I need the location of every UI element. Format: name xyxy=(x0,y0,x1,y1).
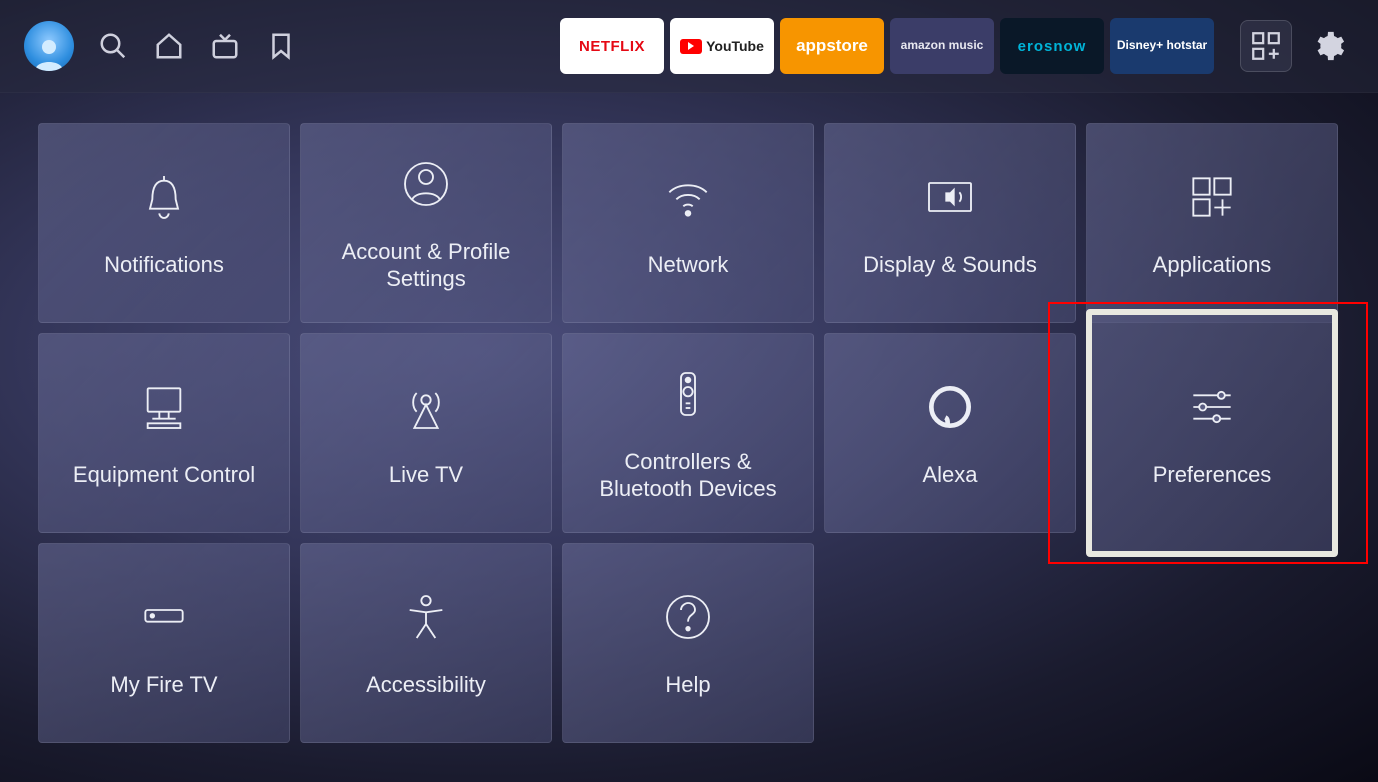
app-youtube[interactable]: YouTube xyxy=(670,18,774,74)
app-amazonmusic[interactable]: amazon music xyxy=(890,18,994,74)
top-bar: NETFLIX YouTube appstore amazon music er… xyxy=(0,0,1378,93)
settings-button[interactable] xyxy=(1302,20,1354,72)
tile-label: Applications xyxy=(1153,251,1272,279)
tile-label: Equipment Control xyxy=(73,461,255,489)
help-icon xyxy=(658,587,718,647)
youtube-play-icon xyxy=(680,39,702,54)
apps-grid-button[interactable] xyxy=(1240,20,1292,72)
tile-controllers[interactable]: Controllers & Bluetooth Devices xyxy=(562,333,814,533)
tile-applications[interactable]: Applications xyxy=(1086,123,1338,323)
tile-label: Help xyxy=(665,671,710,699)
search-icon[interactable] xyxy=(96,29,130,63)
tile-label: Notifications xyxy=(104,251,224,279)
sliders-icon xyxy=(1182,377,1242,437)
tile-label: Account & Profile Settings xyxy=(317,238,535,293)
tile-equipment[interactable]: Equipment Control xyxy=(38,333,290,533)
youtube-label: YouTube xyxy=(706,38,764,54)
tile-display[interactable]: Display & Sounds xyxy=(824,123,1076,323)
app-erosnow[interactable]: erosnow xyxy=(1000,18,1104,74)
tile-label: Accessibility xyxy=(366,671,486,699)
nav-left xyxy=(24,21,298,71)
app-tiles: NETFLIX YouTube appstore amazon music er… xyxy=(560,18,1214,74)
tile-label: Network xyxy=(648,251,729,279)
alexa-icon xyxy=(920,377,980,437)
tile-accessibility[interactable]: Accessibility xyxy=(300,543,552,743)
tile-label: Live TV xyxy=(389,461,463,489)
tile-label: My Fire TV xyxy=(110,671,217,699)
tile-label: Alexa xyxy=(922,461,977,489)
tile-myfiretv[interactable]: My Fire TV xyxy=(38,543,290,743)
profile-settings-icon xyxy=(396,154,456,214)
bell-icon xyxy=(134,167,194,227)
wifi-icon xyxy=(658,167,718,227)
tile-network[interactable]: Network xyxy=(562,123,814,323)
accessibility-icon xyxy=(396,587,456,647)
tile-livetv[interactable]: Live TV xyxy=(300,333,552,533)
tile-notifications[interactable]: Notifications xyxy=(38,123,290,323)
tile-account[interactable]: Account & Profile Settings xyxy=(300,123,552,323)
tile-label: Display & Sounds xyxy=(863,251,1037,279)
firetv-icon xyxy=(134,587,194,647)
equipment-icon xyxy=(134,377,194,437)
bookmark-icon[interactable] xyxy=(264,29,298,63)
right-controls xyxy=(1240,20,1354,72)
app-appstore[interactable]: appstore xyxy=(780,18,884,74)
tile-alexa[interactable]: Alexa xyxy=(824,333,1076,533)
antenna-icon xyxy=(396,377,456,437)
remote-icon xyxy=(658,364,718,424)
tile-help[interactable]: Help xyxy=(562,543,814,743)
tile-preferences[interactable]: Preferences xyxy=(1086,309,1338,557)
settings-grid: Notifications Account & Profile Settings… xyxy=(0,93,1378,773)
profile-avatar[interactable] xyxy=(24,21,74,71)
tile-label: Controllers & Bluetooth Devices xyxy=(579,448,797,503)
profile-icon xyxy=(31,35,67,71)
home-icon[interactable] xyxy=(152,29,186,63)
app-netflix[interactable]: NETFLIX xyxy=(560,18,664,74)
display-sounds-icon xyxy=(920,167,980,227)
tile-label: Preferences xyxy=(1153,461,1272,489)
live-icon[interactable] xyxy=(208,29,242,63)
app-hotstar[interactable]: Disney+ hotstar xyxy=(1110,18,1214,74)
applications-icon xyxy=(1182,167,1242,227)
